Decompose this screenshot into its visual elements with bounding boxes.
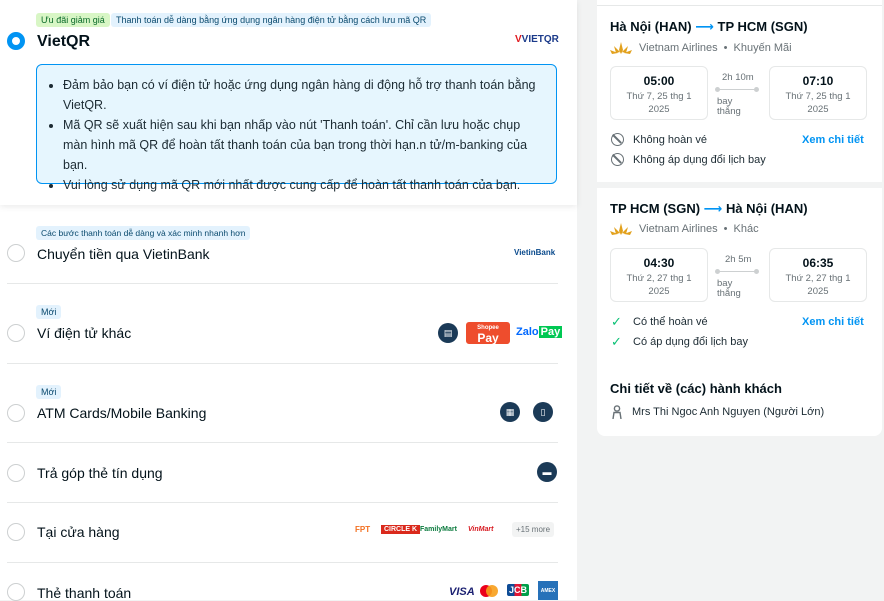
vietqr-info-box: Đảm bảo bạn có ví điện tử hoặc ứng dụng … [36, 64, 557, 192]
outbound-airline: Vietnam Airlines • Khuyến Mãi [609, 41, 792, 55]
return-refund: ✓ Có thể hoàn vé [611, 314, 708, 329]
vietin-radio[interactable] [7, 244, 25, 262]
outbound-departure: 05:00 Thứ 7, 25 thg 1 2025 [610, 66, 708, 120]
ewallet-title[interactable]: Ví điện tử khác [37, 325, 131, 341]
mastercard-logo [480, 585, 498, 597]
divider [7, 442, 558, 443]
timeline-dot [754, 269, 759, 274]
outbound-duration: 2h 10m [722, 72, 754, 83]
outbound-route: Hà Nội (HAN) ⟶ TP HCM (SGN) [610, 19, 808, 34]
card-title[interactable]: Thẻ thanh toán [37, 585, 131, 601]
new-tag: Mới [36, 305, 62, 319]
atm-card-icon: ▦ [500, 402, 520, 422]
installment-title[interactable]: Trả góp thẻ tín dụng [37, 465, 163, 481]
outbound-arrival: 07:10 Thứ 7, 25 thg 1 2025 [769, 66, 867, 120]
vietnam-airlines-lotus-icon [610, 42, 632, 54]
ewallet-radio[interactable] [7, 324, 25, 342]
amex-logo: AMEX [538, 581, 558, 600]
card-radio[interactable] [7, 583, 25, 601]
atm-radio[interactable] [7, 404, 25, 422]
info-item: Đảm bảo bạn có ví điện tử hoặc ứng dụng … [63, 75, 544, 115]
section-divider [597, 182, 882, 188]
credit-card-icon: ▬ [537, 462, 557, 482]
vietinbank-logo: VietinBank [514, 248, 556, 257]
passengers-title: Chi tiết về (các) hành khách [610, 381, 782, 396]
circlek-logo: CIRCLE K [381, 525, 421, 534]
vietqr-radio[interactable] [7, 32, 25, 50]
no-reschedule-icon [611, 153, 624, 166]
divider [7, 562, 558, 563]
person-icon [612, 405, 622, 419]
vinmart-logo: VinMart [468, 526, 494, 533]
shopeepay-logo: Shopee Pay [466, 322, 510, 344]
store-title[interactable]: Tại cửa hàng [37, 524, 120, 540]
divider [7, 283, 558, 284]
return-reschedule: ✓ Có áp dụng đổi lịch bay [611, 334, 748, 349]
trip-summary: Hà Nội (HAN) ⟶ TP HCM (SGN) Vietnam Airl… [597, 0, 882, 436]
wallet-icon: ▤ [438, 323, 458, 343]
zalopay-logo: Zalo Pay [516, 326, 563, 338]
vietqr-desc-tag: Thanh toán dễ dàng bằng ứng dụng ngân hà… [111, 13, 432, 27]
info-item: Mã QR sẽ xuất hiện sau khi bạn nhấp vào … [63, 115, 544, 175]
return-duration: 2h 5m [725, 254, 752, 265]
return-stops: bay thẳng [717, 278, 741, 299]
info-item: Vui lòng sử dụng mã QR mới nhất được cun… [63, 175, 544, 195]
timeline-dot [754, 87, 759, 92]
store-more-badge: +15 more [512, 522, 555, 537]
return-airline: Vietnam Airlines • Khác [609, 222, 759, 236]
new-tag: Mới [36, 385, 62, 399]
return-detail-link[interactable]: Xem chi tiết [802, 316, 864, 328]
divider [7, 502, 558, 503]
visa-logo: VISA [449, 586, 475, 598]
divider [7, 363, 558, 364]
payment-methods-panel: Ưu đãi giảm giá Thanh toán dễ dàng bằng … [0, 0, 577, 601]
check-icon: ✓ [611, 334, 622, 349]
check-icon: ✓ [611, 314, 622, 329]
discount-tag: Ưu đãi giảm giá [36, 13, 110, 27]
vietin-tag: Các bước thanh toán dễ dàng và xác minh … [36, 226, 251, 240]
mobile-banking-icon: ▯ [533, 402, 553, 422]
outbound-detail-link[interactable]: Xem chi tiết [802, 134, 864, 146]
jcb-logo: JCB [507, 584, 530, 596]
familymart-logo: FamilyMart [420, 526, 457, 533]
vietin-title[interactable]: Chuyển tiền qua VietinBank [37, 246, 210, 262]
return-arrival: 06:35 Thứ 2, 27 thg 1 2025 [769, 248, 867, 302]
fpt-logo: FPT [355, 525, 371, 534]
outbound-reschedule: Không áp dụng đổi lịch bay [611, 153, 766, 166]
vietqr-option[interactable]: Ưu đãi giảm giá Thanh toán dễ dàng bằng … [0, 0, 577, 205]
vietqr-title: VietQR [37, 33, 91, 50]
outbound-stops: bay thẳng [717, 96, 741, 117]
store-radio[interactable] [7, 523, 25, 541]
passenger-item: Mrs Thi Ngoc Anh Nguyen (Người Lớn) [611, 405, 824, 419]
timeline-line [718, 271, 756, 272]
top-border [597, 0, 882, 6]
outbound-refund: Không hoàn vé [611, 133, 707, 146]
no-refund-icon [611, 133, 624, 146]
installment-radio[interactable] [7, 464, 25, 482]
vietqr-logo: V VIETQR [515, 34, 559, 45]
return-departure: 04:30 Thứ 2, 27 thg 1 2025 [610, 248, 708, 302]
atm-title[interactable]: ATM Cards/Mobile Banking [37, 405, 206, 421]
vietnam-airlines-lotus-icon [610, 223, 632, 235]
timeline-line [718, 89, 756, 90]
return-route: TP HCM (SGN) ⟶ Hà Nội (HAN) [610, 201, 808, 216]
